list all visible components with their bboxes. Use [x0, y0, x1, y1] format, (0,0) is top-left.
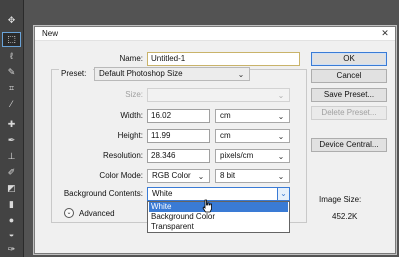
- eyedropper-tool-icon[interactable]: ⁄: [3, 98, 20, 111]
- resolution-unit-value: pixels/cm: [220, 151, 254, 160]
- resolution-input[interactable]: 28.346: [147, 149, 210, 163]
- lasso-tool-icon[interactable]: ℓ: [3, 50, 20, 63]
- option-white[interactable]: White: [149, 202, 288, 212]
- advanced-expand-icon[interactable]: ⌄: [64, 208, 74, 218]
- dodge-tool-icon[interactable]: ◒: [3, 228, 20, 241]
- preset-label: Preset:: [59, 69, 93, 78]
- quick-selection-tool-icon[interactable]: ✎: [3, 66, 20, 79]
- color-mode-value: RGB Color: [152, 171, 191, 180]
- pointer-hand-icon: [202, 199, 212, 213]
- brush-tool-icon[interactable]: ✒: [3, 134, 20, 147]
- move-tool-icon[interactable]: ✥: [3, 14, 20, 27]
- bit-depth-value: 8 bit: [220, 171, 236, 180]
- preset-dropdown[interactable]: Default Photoshop Size ⌄: [94, 67, 250, 81]
- clone-stamp-tool-icon[interactable]: ⊥: [3, 150, 20, 163]
- height-label: Height:: [117, 131, 143, 140]
- chevron-down-icon[interactable]: ⌄: [277, 188, 289, 200]
- background-options-list: White Background Color Transparent: [147, 201, 290, 233]
- height-unit-value: cm: [220, 131, 231, 140]
- resolution-label: Resolution:: [102, 151, 143, 160]
- new-document-dialog: New ✕ Name: Untitled-1 Preset: Default P…: [34, 26, 396, 254]
- width-unit-dropdown[interactable]: cm ⌄: [215, 109, 290, 123]
- eraser-tool-icon[interactable]: ◩: [3, 182, 20, 195]
- marquee-tool-icon[interactable]: ⬚: [2, 32, 21, 47]
- background-contents-label: Background Contents:: [63, 189, 143, 198]
- color-mode-dropdown[interactable]: RGB Color ⌄: [147, 169, 210, 183]
- delete-preset-button: Delete Preset...: [311, 106, 387, 120]
- ok-button[interactable]: OK: [311, 52, 387, 66]
- color-mode-label: Color Mode:: [99, 171, 143, 180]
- option-transparent[interactable]: Transparent: [149, 222, 288, 232]
- chevron-down-icon: ⌄: [277, 112, 285, 121]
- crop-tool-icon[interactable]: ⌗: [3, 82, 20, 95]
- resolution-unit-dropdown[interactable]: pixels/cm ⌄: [215, 149, 290, 163]
- chevron-down-icon: ⌄: [277, 132, 285, 141]
- name-input[interactable]: Untitled-1: [147, 52, 300, 66]
- background-contents-dropdown[interactable]: White ⌄: [147, 187, 290, 201]
- size-dropdown: ⌄: [147, 88, 290, 102]
- chevron-down-icon: ⌄: [197, 172, 205, 181]
- option-background-color[interactable]: Background Color: [149, 212, 288, 222]
- gradient-tool-icon[interactable]: ▮: [3, 198, 20, 211]
- chevron-down-icon: ⌄: [277, 91, 285, 100]
- history-brush-tool-icon[interactable]: ✐: [3, 166, 20, 179]
- dialog-title: New: [42, 29, 59, 38]
- advanced-label[interactable]: Advanced: [79, 209, 117, 218]
- chevron-down-icon: ⌄: [277, 172, 285, 181]
- height-input[interactable]: 11.99: [147, 129, 210, 143]
- width-input[interactable]: 16.02: [147, 109, 210, 123]
- background-contents-value: White: [152, 189, 173, 198]
- preset-value: Default Photoshop Size: [99, 69, 183, 78]
- save-preset-button[interactable]: Save Preset...: [311, 88, 387, 102]
- device-central-button[interactable]: Device Central...: [311, 138, 387, 152]
- height-unit-dropdown[interactable]: cm ⌄: [215, 129, 290, 143]
- image-size-label: Image Size:: [319, 195, 362, 204]
- cancel-button[interactable]: Cancel: [311, 69, 387, 83]
- bit-depth-dropdown[interactable]: 8 bit ⌄: [215, 169, 290, 183]
- image-size-value: 452.2K: [332, 212, 358, 221]
- close-icon[interactable]: ✕: [377, 27, 393, 40]
- pen-tool-icon[interactable]: ✑: [3, 243, 20, 256]
- name-label: Name:: [119, 54, 143, 63]
- chevron-down-icon: ⌄: [277, 152, 285, 161]
- tools-panel: ✥ ⬚ ℓ ✎ ⌗ ⁄ ✚ ✒ ⊥ ✐ ◩ ▮ ● ◒ ✑: [0, 0, 24, 257]
- healing-brush-tool-icon[interactable]: ✚: [3, 118, 20, 131]
- width-label: Width:: [120, 111, 143, 120]
- dialog-title-bar[interactable]: New ✕: [35, 27, 395, 41]
- blur-tool-icon[interactable]: ●: [3, 214, 20, 227]
- width-unit-value: cm: [220, 111, 231, 120]
- chevron-down-icon: ⌄: [237, 70, 245, 79]
- size-label: Size:: [125, 90, 143, 99]
